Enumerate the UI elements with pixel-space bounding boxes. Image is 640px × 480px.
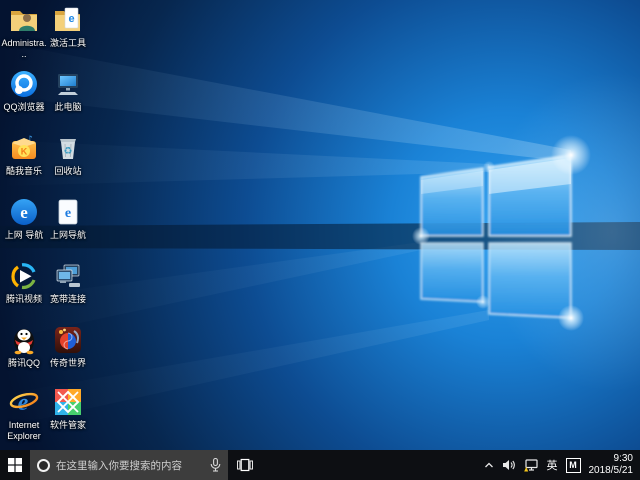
network-warning-icon[interactable] — [524, 459, 539, 472]
desktop-icon-recycle-bin[interactable]: ♻ 回收站 — [45, 132, 91, 177]
desktop-icon-qq-browser[interactable]: QQ浏览器 — [1, 68, 47, 113]
taskbar: 在这里输入你要搜索的内容 — [0, 450, 640, 480]
user-folder-icon — [8, 4, 40, 36]
system-tray: 英 M 9:30 2018/5/21 — [484, 450, 640, 480]
icon-label: 传奇世界 — [50, 358, 86, 369]
qq-browser-icon — [8, 68, 40, 100]
microphone-icon[interactable] — [210, 458, 221, 472]
recycle-bin-icon: ♻ — [52, 132, 84, 164]
qq-penguin-icon — [8, 324, 40, 356]
volume-icon[interactable] — [502, 459, 516, 471]
icon-label: Administra... — [1, 38, 47, 60]
desktop-icon-administrator[interactable]: Administra... — [1, 4, 47, 60]
windows-hero-wallpaper — [0, 0, 640, 450]
svg-text:♻: ♻ — [64, 146, 73, 157]
svg-text:e: e — [68, 13, 74, 25]
desktop-icon-broadband[interactable]: 宽带连接 — [45, 260, 91, 305]
desktop-icon-web-nav-page[interactable]: e 上网导航 — [45, 196, 91, 241]
tencent-video-icon — [8, 260, 40, 292]
taskbar-empty-area — [262, 450, 484, 480]
desktop-icon-software-manager[interactable]: 软件管家 — [45, 386, 91, 431]
folder-edge-icon: e — [52, 4, 84, 36]
windows-logo-icon — [8, 458, 22, 472]
icon-label: QQ浏览器 — [3, 102, 44, 113]
kuwo-music-icon: ♪ K — [8, 132, 40, 164]
taskbar-clock[interactable]: 9:30 2018/5/21 — [589, 453, 636, 478]
icon-label: 此电脑 — [54, 102, 81, 113]
task-view-button[interactable] — [228, 450, 262, 480]
internet-explorer-icon: e — [8, 386, 40, 418]
desktop-icon-web-nav-circle[interactable]: e 上网 导航 — [1, 196, 47, 241]
desktop-icon-activation-tool[interactable]: e 激活工具 — [45, 4, 91, 49]
e-browser-circle-icon: e — [8, 196, 40, 228]
icon-label: 软件管家 — [50, 420, 86, 431]
icon-label: 激活工具 — [50, 38, 86, 49]
desktop-icon-legend-world[interactable]: 传奇世界 — [45, 324, 91, 369]
icon-label: 上网 导航 — [5, 230, 44, 241]
desktop-icon-this-pc[interactable]: 此电脑 — [45, 68, 91, 113]
svg-text:e: e — [65, 206, 71, 221]
icon-label: 上网导航 — [50, 230, 86, 241]
clock-date: 2018/5/21 — [589, 465, 634, 478]
ime-mode-indicator[interactable]: M — [566, 458, 581, 473]
broadband-connection-icon — [52, 260, 84, 292]
icon-label: 宽带连接 — [50, 294, 86, 305]
icon-label: 酷我音乐 — [6, 166, 42, 177]
software-manager-icon — [52, 386, 84, 418]
e-browser-page-icon: e — [52, 196, 84, 228]
clock-time: 9:30 — [589, 453, 634, 466]
search-placeholder: 在这里输入你要搜索的内容 — [56, 458, 204, 473]
desktop-icon-internet-explorer[interactable]: e Internet Explorer — [1, 386, 47, 442]
svg-text:e: e — [20, 203, 28, 222]
icon-label: Internet Explorer — [1, 420, 47, 442]
svg-text:K: K — [21, 147, 28, 157]
taskbar-search-input[interactable]: 在这里输入你要搜索的内容 — [30, 450, 228, 480]
desktop-icon-kuwo-music[interactable]: ♪ K 酷我音乐 — [1, 132, 47, 177]
icon-label: 腾讯视频 — [6, 294, 42, 305]
this-pc-icon — [52, 68, 84, 100]
icon-label: 回收站 — [54, 166, 81, 177]
desktop-screen: Administra... e 激活工具 QQ浏览器 — [0, 0, 640, 480]
ime-language-indicator[interactable]: 英 — [547, 457, 558, 473]
desktop-icon-tencent-video[interactable]: 腾讯视频 — [1, 260, 47, 305]
cortana-icon — [37, 459, 50, 472]
start-button[interactable] — [0, 450, 30, 480]
legend-world-game-icon — [52, 324, 84, 356]
task-view-icon — [237, 458, 253, 472]
hidden-icons-chevron-icon[interactable] — [484, 461, 494, 469]
icon-label: 腾讯QQ — [8, 358, 40, 369]
desktop-icon-tencent-qq[interactable]: 腾讯QQ — [1, 324, 47, 369]
